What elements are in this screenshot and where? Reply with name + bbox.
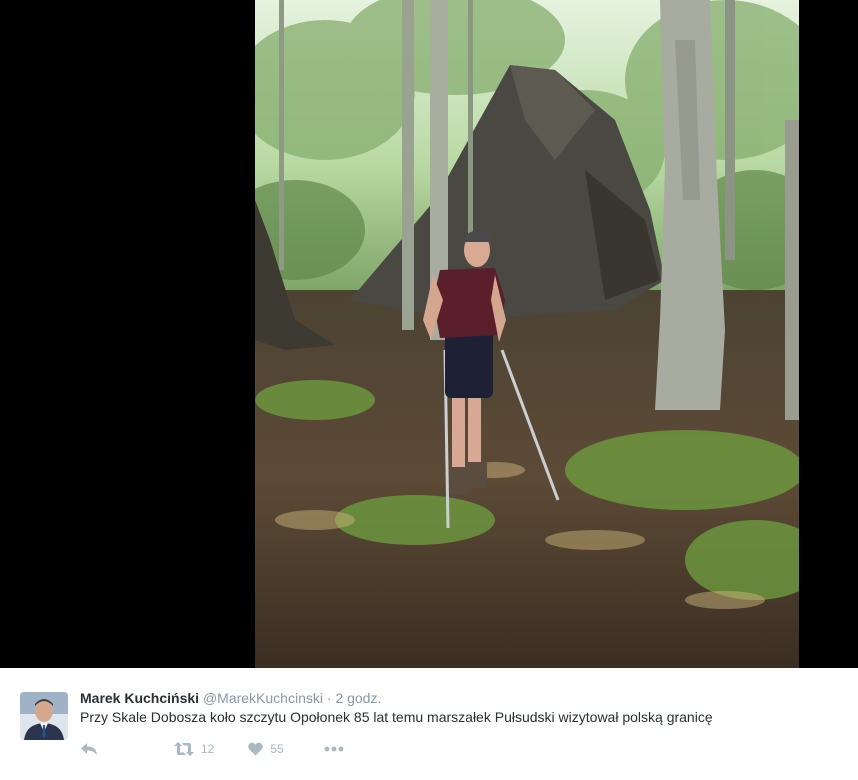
tweet-photo[interactable]: [255, 0, 799, 668]
tweet-text: Przy Skale Dobosza koło szczytu Opołonek…: [80, 709, 713, 725]
header-separator: ·: [326, 690, 332, 706]
author-name[interactable]: Marek Kuchciński: [80, 690, 199, 706]
avatar-image: [20, 692, 68, 740]
author-handle[interactable]: @MarekKuchcinski: [203, 690, 323, 706]
photo-scene: [255, 0, 799, 668]
tweet: Marek Kuchciński @MarekKuchcinski · 2 go…: [0, 668, 858, 780]
heart-icon: [248, 742, 264, 756]
retweet-button[interactable]: 12: [174, 742, 214, 756]
tweet-actions: 12 55: [80, 740, 378, 758]
tweet-header: Marek Kuchciński @MarekKuchcinski · 2 go…: [80, 690, 381, 706]
like-count: 55: [270, 742, 284, 756]
reply-icon: [81, 743, 97, 755]
reply-button[interactable]: [80, 742, 98, 756]
tweet-timestamp[interactable]: 2 godz.: [335, 690, 381, 706]
more-icon: [324, 746, 344, 752]
tweet-media-viewer: [0, 0, 858, 668]
like-button[interactable]: 55: [248, 742, 284, 756]
avatar[interactable]: [20, 692, 68, 740]
retweet-count: 12: [201, 742, 215, 756]
retweet-icon: [174, 742, 194, 756]
more-button[interactable]: [324, 746, 344, 752]
